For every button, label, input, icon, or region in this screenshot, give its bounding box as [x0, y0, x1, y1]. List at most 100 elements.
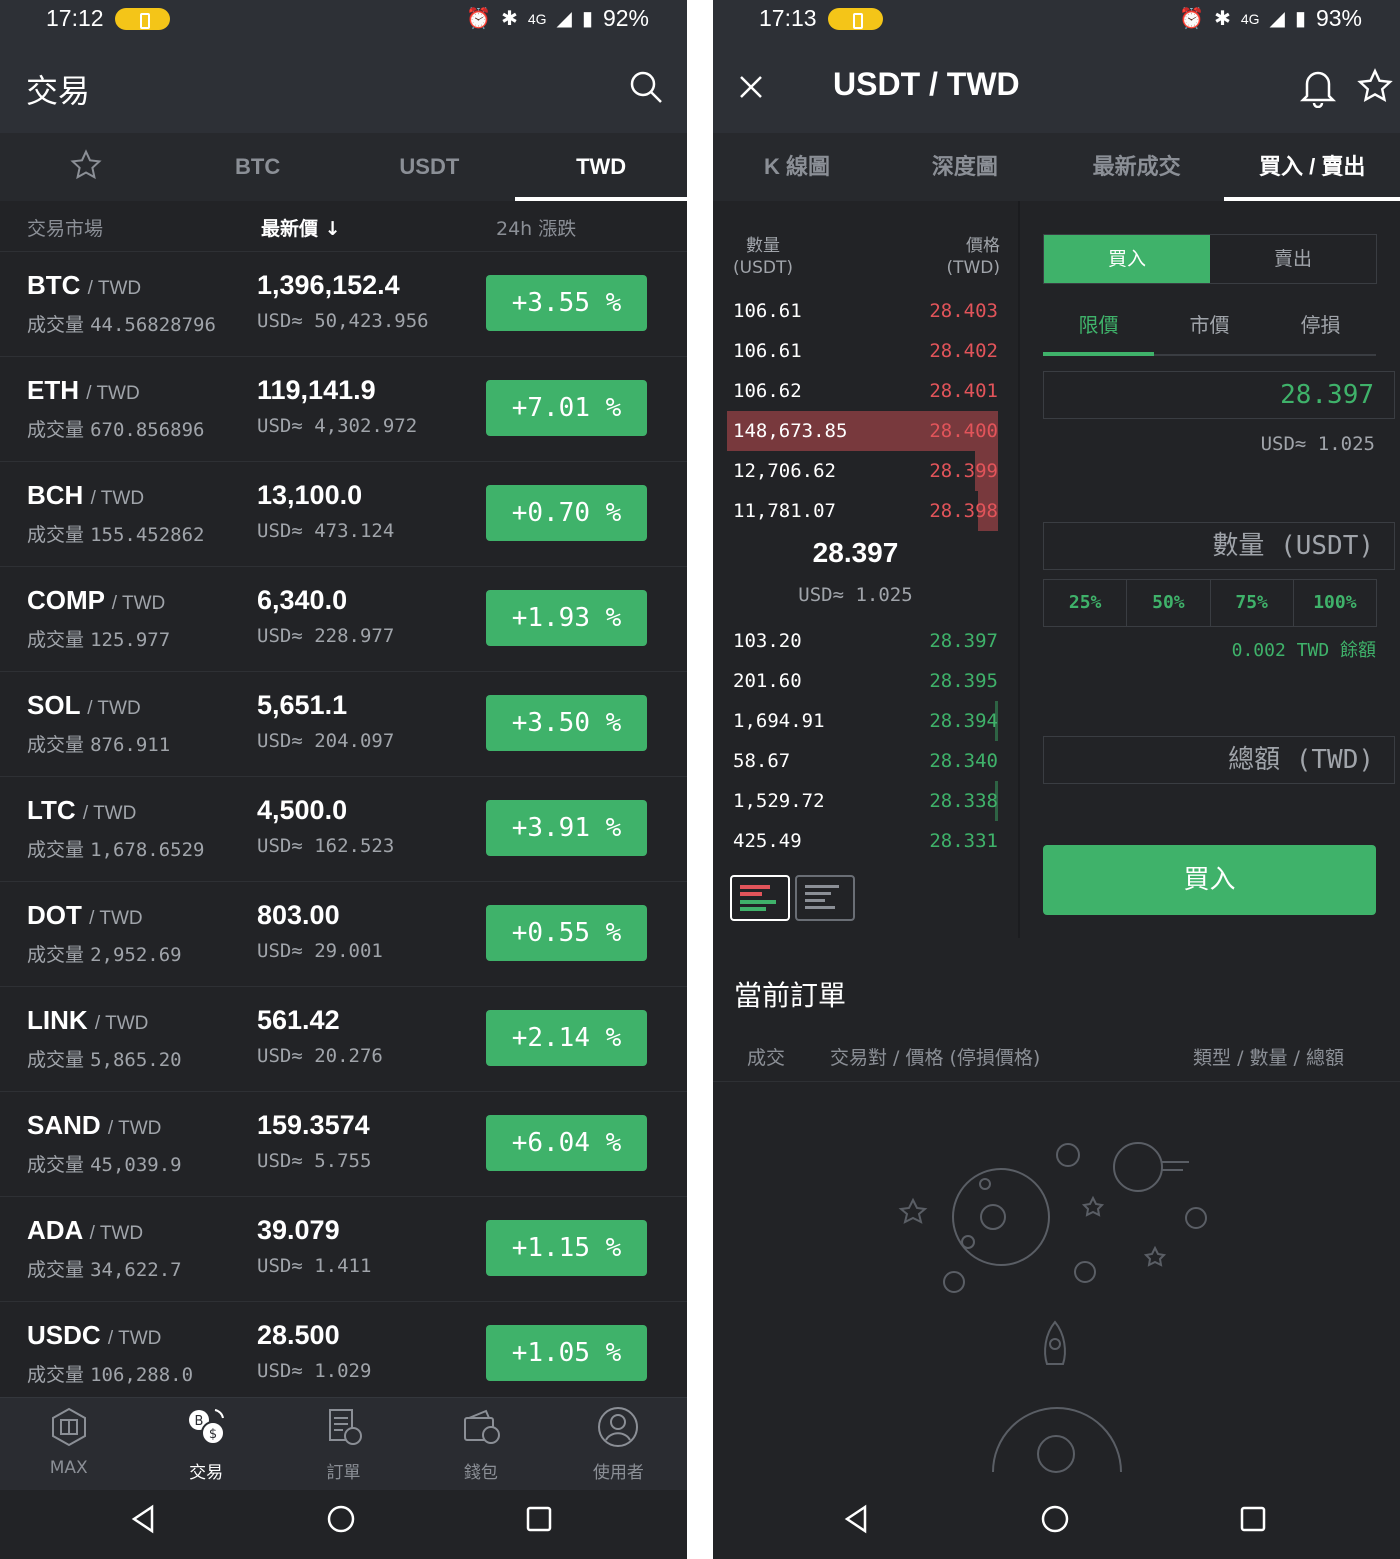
- market-row[interactable]: SAND / TWD 成交量 45,039.9 159.3574 USD≈ 5.755…: [0, 1092, 687, 1197]
- tab-kline[interactable]: K 線圖: [713, 133, 881, 201]
- change-badge[interactable]: +3.50 %: [486, 695, 647, 751]
- tab-btc[interactable]: BTC: [172, 133, 344, 201]
- change-badge[interactable]: +3.55 %: [486, 275, 647, 331]
- market-row[interactable]: DOT / TWD 成交量 2,952.69 803.00 USD≈ 29.001 +0…: [0, 882, 687, 987]
- side-sell[interactable]: 賣出: [1210, 235, 1376, 283]
- last-price: 561.42: [257, 1005, 340, 1035]
- ask-row[interactable]: 106.61 28.403: [713, 291, 998, 331]
- market-row[interactable]: ADA / TWD 成交量 34,622.7 39.079 USD≈ 1.411 +1.…: [0, 1197, 687, 1302]
- market-row[interactable]: BCH / TWD 成交量 155.452862 13,100.0 USD≈ 473.…: [0, 462, 687, 567]
- market-row[interactable]: BTC / TWD 成交量 44.56828796 1,396,152.4 USD≈ …: [0, 252, 687, 357]
- tab-limit[interactable]: 限價: [1043, 296, 1154, 356]
- market-tabs: BTC USDT TWD: [0, 133, 687, 201]
- recents-icon[interactable]: [524, 1504, 554, 1534]
- home-icon[interactable]: [1040, 1504, 1070, 1534]
- buy-button[interactable]: 買入: [1043, 845, 1376, 915]
- close-icon[interactable]: [739, 75, 763, 99]
- ask-row[interactable]: 148,673.85 28.400: [713, 411, 998, 451]
- base-symbol: BTC: [27, 270, 81, 300]
- star-icon[interactable]: [1357, 68, 1393, 104]
- last-price: 5,651.1: [257, 690, 348, 720]
- order-quantity: 11,781.07: [733, 500, 836, 522]
- change-badge[interactable]: +0.70 %: [486, 485, 647, 541]
- tab-favorites[interactable]: [0, 133, 172, 201]
- ask-row[interactable]: 12,706.62 28.399: [713, 451, 998, 491]
- volume-label: 成交量: [27, 1049, 85, 1071]
- app-bar: USDT / TWD: [713, 40, 1400, 133]
- change-badge[interactable]: +1.15 %: [486, 1220, 647, 1276]
- order-price: 28.399: [929, 460, 998, 482]
- bid-row[interactable]: 103.20 28.397: [713, 621, 998, 661]
- bluetooth-icon: ✱: [501, 8, 518, 30]
- back-icon[interactable]: [128, 1504, 158, 1534]
- ask-row[interactable]: 106.61 28.402: [713, 331, 998, 371]
- market-symbol: SAND / TWD: [27, 1110, 161, 1141]
- tab-buy-sell[interactable]: 買入 / 賣出: [1224, 133, 1400, 201]
- change-badge[interactable]: +1.05 %: [486, 1325, 647, 1381]
- volume-label: 成交量: [27, 944, 85, 966]
- nav-user[interactable]: 使用者: [550, 1398, 687, 1491]
- nav-orders[interactable]: 訂單: [275, 1398, 412, 1491]
- layout-both-button[interactable]: [730, 875, 790, 921]
- ask-row[interactable]: 106.62 28.401: [713, 371, 998, 411]
- recents-icon[interactable]: [1238, 1504, 1268, 1534]
- bid-row[interactable]: 1,529.72 28.338: [713, 781, 998, 821]
- col-price-sort[interactable]: 最新價 ↓: [261, 214, 341, 241]
- change-badge[interactable]: +2.14 %: [486, 1010, 647, 1066]
- change-badge[interactable]: +7.01 %: [486, 380, 647, 436]
- nav-exchange[interactable]: B $ 交易: [137, 1398, 274, 1491]
- order-quantity: 1,694.91: [733, 710, 825, 732]
- change-badge[interactable]: +3.91 %: [486, 800, 647, 856]
- volume-value: 106,288.0: [90, 1364, 194, 1386]
- market-row[interactable]: LINK / TWD 成交量 5,865.20 561.42 USD≈ 20.276 +…: [0, 987, 687, 1092]
- ask-row[interactable]: 11,781.07 28.398: [713, 491, 998, 531]
- home-icon[interactable]: [326, 1504, 356, 1534]
- bid-row[interactable]: 1,694.91 28.394: [713, 701, 998, 741]
- total-input[interactable]: 總額 (TWD): [1043, 736, 1395, 784]
- volume-label: 成交量: [27, 1259, 85, 1281]
- bid-row[interactable]: 58.67 28.340: [713, 741, 998, 781]
- tab-trades[interactable]: 最新成交: [1049, 133, 1225, 201]
- page-title: 交易: [26, 72, 91, 110]
- pct-50-button[interactable]: 50%: [1127, 580, 1211, 626]
- exchange-icon: B $: [189, 1409, 226, 1445]
- change-badge[interactable]: +6.04 %: [486, 1115, 647, 1171]
- bottom-nav: MAX B $ 交易 訂單 錢包 使用者: [0, 1397, 687, 1491]
- battery-saver-icon: [115, 8, 170, 30]
- tab-depth[interactable]: 深度圖: [881, 133, 1049, 201]
- pct-25-button[interactable]: 25%: [1044, 580, 1128, 626]
- base-symbol: ADA: [27, 1215, 83, 1245]
- base-symbol: LTC: [27, 795, 76, 825]
- change-badge[interactable]: +0.55 %: [486, 905, 647, 961]
- bell-icon[interactable]: [1299, 66, 1337, 108]
- wallet-icon: [463, 1409, 500, 1444]
- order-price: 28.398: [929, 500, 998, 522]
- market-volume: 成交量 670.856896: [27, 415, 204, 442]
- tab-stop[interactable]: 停損: [1265, 296, 1376, 354]
- pct-75-button[interactable]: 75%: [1211, 580, 1294, 626]
- tab-twd[interactable]: TWD: [515, 133, 687, 201]
- price-input[interactable]: 28.397: [1043, 371, 1395, 419]
- market-row[interactable]: SOL / TWD 成交量 876.911 5,651.1 USD≈ 204.097 +…: [0, 672, 687, 777]
- nav-max[interactable]: MAX: [0, 1398, 137, 1491]
- alarm-icon: ⏰: [466, 8, 492, 30]
- pct-100-button[interactable]: 100%: [1294, 580, 1376, 626]
- orderbook-single-icon: [805, 885, 839, 909]
- bid-row[interactable]: 425.49 28.331: [713, 821, 998, 861]
- market-row[interactable]: LTC / TWD 成交量 1,678.6529 4,500.0 USD≈ 162.5…: [0, 777, 687, 882]
- nav-wallet[interactable]: 錢包: [412, 1398, 549, 1491]
- market-row[interactable]: COMP / TWD 成交量 125.977 6,340.0 USD≈ 228.977…: [0, 567, 687, 672]
- order-quantity: 103.20: [733, 630, 802, 652]
- quantity-input[interactable]: 數量 (USDT): [1043, 522, 1395, 570]
- last-price: 119,141.9: [257, 375, 376, 405]
- change-badge[interactable]: +1.93 %: [486, 590, 647, 646]
- market-row[interactable]: ETH / TWD 成交量 670.856896 119,141.9 USD≈ 4,3…: [0, 357, 687, 462]
- market-row[interactable]: USDC / TWD 成交量 106,288.0 28.500 USD≈ 1.029 +…: [0, 1302, 687, 1407]
- tab-market[interactable]: 市價: [1154, 296, 1265, 354]
- bid-row[interactable]: 201.60 28.395: [713, 661, 998, 701]
- tab-usdt[interactable]: USDT: [344, 133, 516, 201]
- side-buy[interactable]: 買入: [1044, 235, 1210, 283]
- layout-single-button[interactable]: [795, 875, 855, 921]
- search-icon[interactable]: [629, 70, 663, 104]
- back-icon[interactable]: [841, 1504, 871, 1534]
